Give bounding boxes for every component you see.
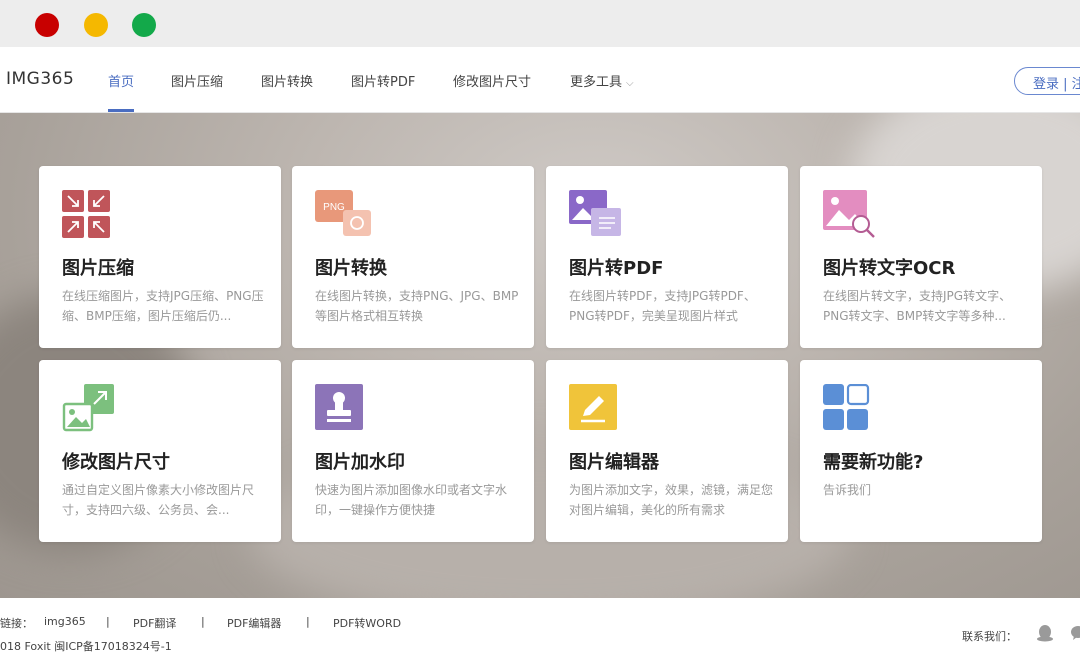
tool-card-resize[interactable]: 修改图片尺寸 通过自定义图片像素大小修改图片尺寸，支持四六级、公务员、会... — [39, 360, 281, 542]
copyright-text: 018 Foxit 闽ICP备17018324号-1 — [0, 640, 172, 653]
resize-image-icon — [62, 384, 118, 432]
compress-icon — [62, 190, 112, 238]
tool-card-convert[interactable]: PNG 图片转换 在线图片转换，支持PNG、JPG、BMP等图片格式相互转换 — [292, 166, 534, 348]
chevron-down-icon: ⌵ — [626, 78, 634, 89]
nav-item-convert[interactable]: 图片转换 — [261, 71, 313, 90]
footer-link-pdf-to-word[interactable]: PDF转WORD — [333, 615, 401, 631]
tool-card-image-to-pdf[interactable]: 图片转PDF 在线图片转PDF，支持JPG转PDF、PNG转PDF，完美呈现图片… — [546, 166, 788, 348]
card-title: 图片转PDF — [569, 258, 664, 279]
card-description: 为图片添加文字，效果，滤镜，满足您对图片编辑，美化的所有需求 — [569, 483, 774, 517]
image-ocr-icon — [823, 190, 879, 238]
minimize-window-button[interactable] — [84, 13, 108, 37]
footer-link-pdf-translate[interactable]: PDF翻译 — [133, 615, 176, 631]
card-title: 图片加水印 — [315, 452, 405, 473]
png-convert-icon: PNG — [315, 190, 375, 238]
more-tools-label: 更多工具 — [570, 75, 623, 90]
wechat-icon[interactable] — [1070, 624, 1080, 642]
card-feedback-link[interactable]: 告诉我们 — [823, 480, 1028, 500]
card-title: 图片转文字OCR — [823, 258, 956, 279]
hero-background: 图片压缩 在线压缩图片，支持JPG压缩、PNG压缩、BMP压缩，图片压缩后仍..… — [0, 113, 1080, 598]
nav-item-more-tools[interactable]: 更多工具 ⌵ — [570, 71, 634, 90]
card-description: 快速为图片添加图像水印或者文字水印，一键操作方便快捷 — [315, 483, 508, 517]
window-title-bar — [0, 0, 1080, 47]
qq-icon[interactable] — [1036, 624, 1054, 642]
card-description: 通过自定义图片像素大小修改图片尺寸，支持四六级、公务员、会... — [62, 483, 255, 517]
maximize-window-button[interactable] — [132, 13, 156, 37]
site-logo[interactable]: IMG365 — [6, 69, 74, 89]
card-title: 需要新功能? — [823, 452, 924, 473]
card-description: 在线图片转PDF，支持JPG转PDF、PNG转PDF，完美呈现图片样式 — [569, 289, 756, 323]
image-to-pdf-icon — [569, 190, 625, 238]
login-register-button[interactable]: 登录 | 注 — [1014, 67, 1080, 95]
card-title: 图片转换 — [315, 258, 387, 279]
nav-item-compress[interactable]: 图片压缩 — [171, 71, 223, 90]
image-editor-icon — [569, 384, 619, 432]
nav-item-home[interactable]: 首页 — [108, 71, 134, 90]
card-description: 在线图片转文字，支持JPG转文字、PNG转文字、BMP转文字等多种... — [823, 289, 1012, 323]
footer-separator: | — [106, 615, 110, 628]
card-title: 图片压缩 — [62, 258, 134, 279]
tool-card-watermark[interactable]: 图片加水印 快速为图片添加图像水印或者文字水印，一键操作方便快捷 — [292, 360, 534, 542]
tool-card-ocr[interactable]: 图片转文字OCR 在线图片转文字，支持JPG转文字、PNG转文字、BMP转文字等… — [800, 166, 1042, 348]
card-title: 图片编辑器 — [569, 452, 659, 473]
card-description: 在线压缩图片，支持JPG压缩、PNG压缩、BMP压缩，图片压缩后仍... — [62, 289, 264, 323]
card-title: 修改图片尺寸 — [62, 452, 170, 473]
tool-card-new-feature[interactable]: 需要新功能? 告诉我们 — [800, 360, 1042, 542]
footer-link-img365[interactable]: img365 — [44, 615, 86, 628]
png-icon-text: PNG — [323, 202, 345, 213]
close-window-button[interactable] — [35, 13, 59, 37]
tool-card-compress[interactable]: 图片压缩 在线压缩图片，支持JPG压缩、PNG压缩、BMP压缩，图片压缩后仍..… — [39, 166, 281, 348]
card-description: 在线图片转换，支持PNG、JPG、BMP等图片格式相互转换 — [315, 289, 519, 323]
footer-link-pdf-editor[interactable]: PDF编辑器 — [227, 615, 281, 631]
watermark-stamp-icon — [315, 384, 365, 432]
contact-us-label: 联系我们： — [962, 630, 1017, 643]
tool-card-editor[interactable]: 图片编辑器 为图片添加文字，效果，滤镜，满足您对图片编辑，美化的所有需求 — [546, 360, 788, 542]
nav-item-image-to-pdf[interactable]: 图片转PDF — [351, 71, 415, 90]
nav-item-resize[interactable]: 修改图片尺寸 — [453, 71, 531, 90]
page-footer: 链接： img365 | PDF翻译 | PDF编辑器 | PDF转WORD 0… — [0, 598, 1080, 670]
active-nav-indicator — [108, 109, 134, 112]
new-feature-grid-icon — [823, 383, 873, 432]
footer-separator: | — [306, 615, 310, 628]
footer-separator: | — [201, 615, 205, 628]
footer-links-label: 链接： — [0, 617, 33, 630]
top-navigation: IMG365 首页 图片压缩 图片转换 图片转PDF 修改图片尺寸 更多工具 ⌵ … — [0, 47, 1080, 113]
